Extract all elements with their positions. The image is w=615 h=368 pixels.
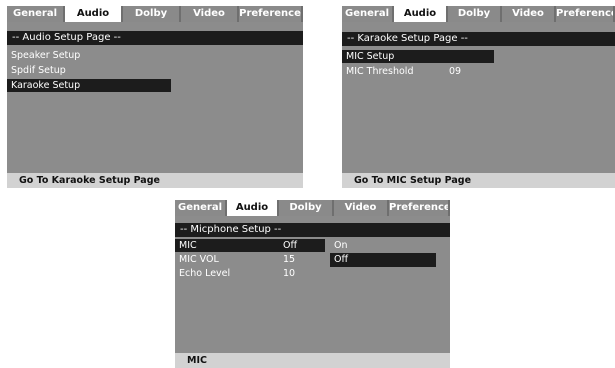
status-bar: Go To MIC Setup Page: [342, 173, 615, 188]
menu-item-mic[interactable]: MIC: [175, 239, 325, 252]
mic-value: Off: [283, 240, 298, 251]
tab-bar: General Audio Dolby Video Preference: [342, 6, 615, 22]
menu-item-echo-level[interactable]: Echo Level: [175, 267, 275, 280]
tab-bar: General Audio Dolby Video Preference: [175, 200, 450, 216]
tab-dolby[interactable]: Dolby: [448, 6, 502, 22]
tab-general[interactable]: General: [175, 200, 227, 216]
menu-item-karaoke-setup[interactable]: Karaoke Setup: [7, 79, 171, 92]
micphone-setup-screen: General Audio Dolby Video Preference -- …: [175, 200, 450, 368]
mic-threshold-value: 09: [449, 66, 462, 77]
option-off[interactable]: Off: [330, 253, 436, 267]
tab-bar: General Audio Dolby Video Preference: [7, 6, 303, 22]
menu-item-spdif-setup[interactable]: Spdif Setup: [7, 64, 207, 77]
menu-item-mic-setup[interactable]: MIC Setup: [342, 50, 494, 63]
tab-video[interactable]: Video: [334, 200, 389, 216]
tab-audio[interactable]: Audio: [394, 6, 448, 22]
tab-video[interactable]: Video: [502, 6, 556, 22]
tab-preference[interactable]: Preference: [239, 6, 303, 22]
mic-vol-value: 15: [283, 254, 296, 265]
option-on[interactable]: On: [330, 239, 436, 253]
tab-preference[interactable]: Preference: [556, 6, 615, 22]
page-title: -- Karaoke Setup Page --: [342, 32, 615, 46]
karaoke-setup-screen: General Audio Dolby Video Preference -- …: [342, 6, 615, 188]
menu-item-speaker-setup[interactable]: Speaker Setup: [7, 49, 207, 62]
tab-general[interactable]: General: [342, 6, 394, 22]
audio-setup-screen: General Audio Dolby Video Preference -- …: [7, 6, 303, 188]
page-title: -- Audio Setup Page --: [7, 31, 303, 45]
menu-item-mic-vol[interactable]: MIC VOL: [175, 253, 275, 266]
status-bar: Go To Karaoke Setup Page: [7, 173, 303, 188]
status-bar: MIC: [175, 353, 450, 368]
tab-video[interactable]: Video: [181, 6, 239, 22]
echo-level-value: 10: [283, 268, 296, 279]
menu-item-mic-threshold[interactable]: MIC Threshold: [342, 65, 442, 78]
tab-general[interactable]: General: [7, 6, 65, 22]
page-title: -- Micphone Setup --: [175, 223, 450, 237]
tab-audio[interactable]: Audio: [65, 6, 123, 22]
tab-dolby[interactable]: Dolby: [279, 200, 334, 216]
tab-preference[interactable]: Preference: [389, 200, 450, 216]
tab-dolby[interactable]: Dolby: [123, 6, 181, 22]
tab-audio[interactable]: Audio: [227, 200, 279, 216]
